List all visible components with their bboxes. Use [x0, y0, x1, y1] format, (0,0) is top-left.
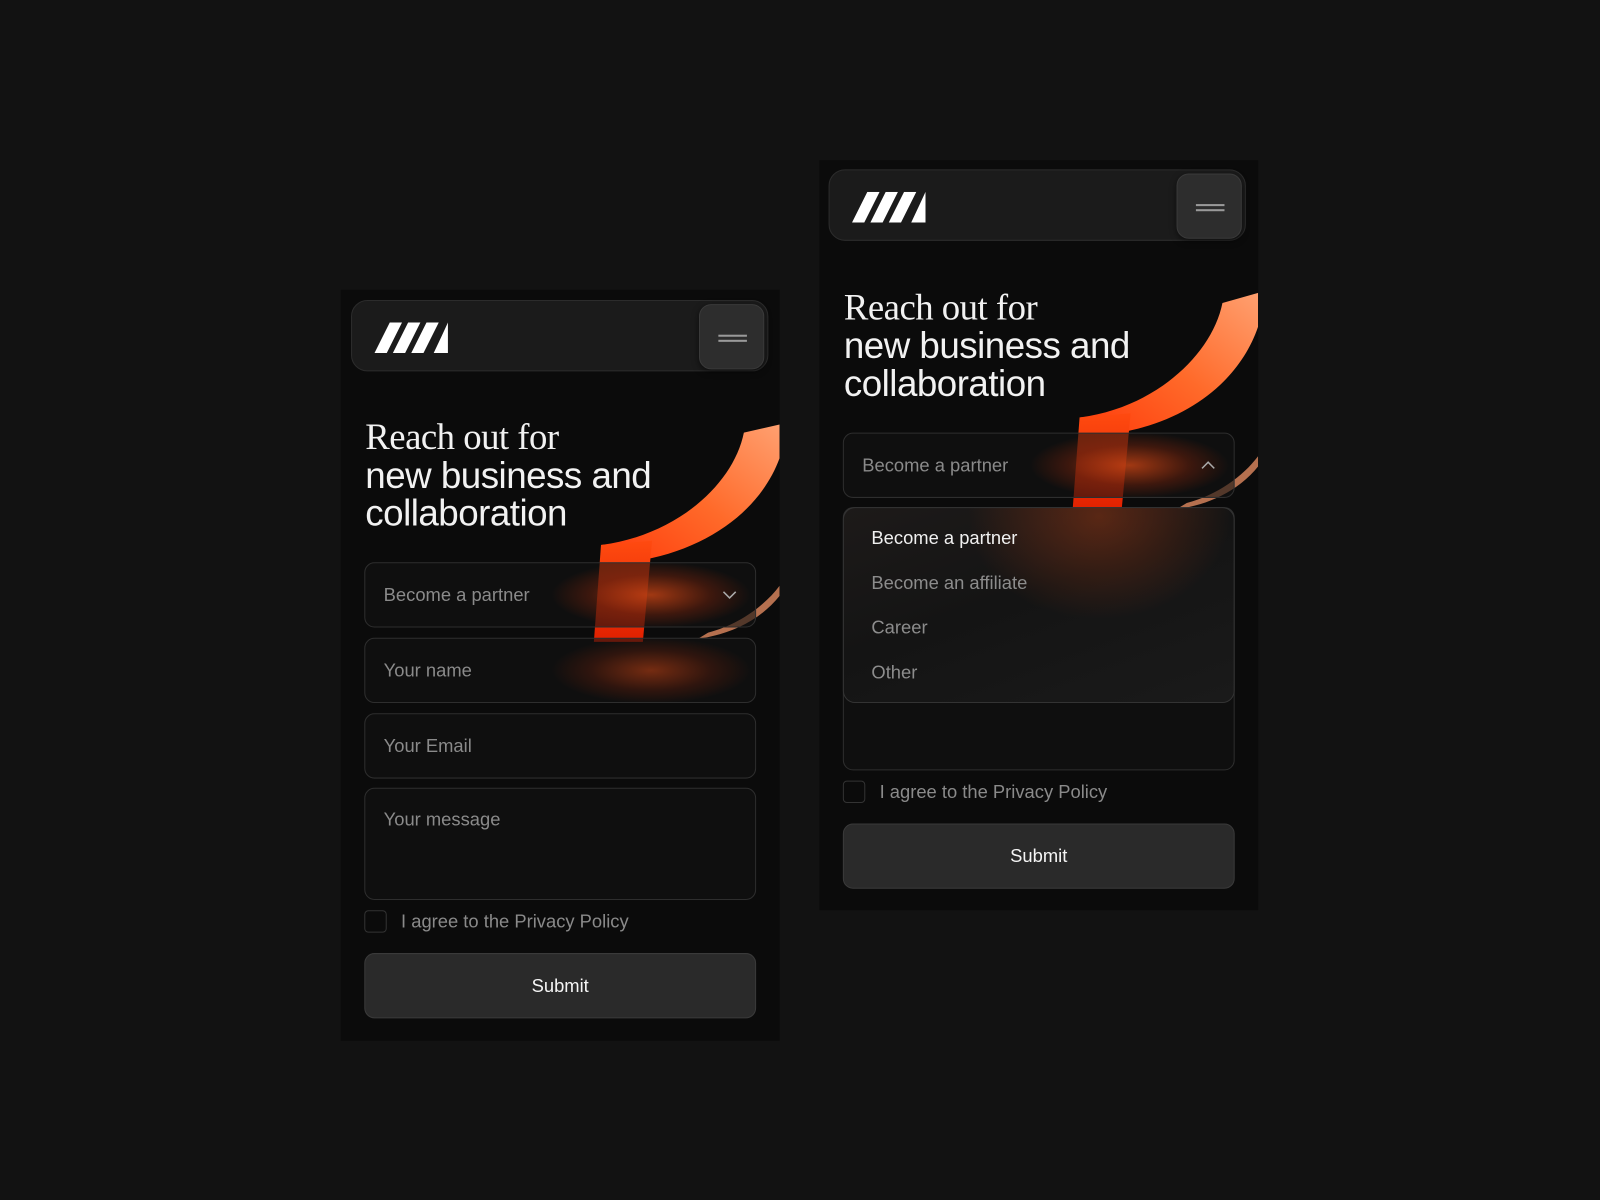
name-placeholder: Your name	[383, 659, 472, 681]
menu-line-icon	[1195, 204, 1225, 206]
email-input[interactable]: Your Email	[364, 713, 757, 779]
submit-button[interactable]: Submit	[842, 823, 1235, 889]
topic-select[interactable]: Become a partner	[842, 432, 1235, 498]
contact-screen-dropdown-open: Reach out for new business and collabora…	[819, 160, 1259, 911]
page-title: Reach out for new business and collabora…	[843, 286, 1130, 405]
privacy-label[interactable]: I agree to the Privacy Policy	[880, 781, 1108, 802]
privacy-checkbox[interactable]	[842, 780, 866, 804]
topic-select[interactable]: Become a partner	[364, 562, 757, 628]
message-textarea[interactable]: Your message	[364, 787, 757, 900]
top-nav-bar	[351, 299, 769, 372]
chevron-up-icon	[1201, 461, 1215, 469]
name-input[interactable]: Your name	[364, 637, 757, 704]
dropdown-option-affiliate[interactable]: Become an affiliate	[871, 572, 1027, 593]
top-nav-bar	[828, 169, 1246, 241]
privacy-label[interactable]: I agree to the Privacy Policy	[401, 911, 629, 932]
dropdown-option-other[interactable]: Other	[871, 662, 917, 683]
topic-select-value: Become a partner	[383, 584, 530, 605]
title-line: Reach out for	[843, 286, 1038, 328]
page-title: Reach out for new business and collabora…	[365, 416, 652, 534]
dropdown-option-partner[interactable]: Become a partner	[871, 528, 1017, 549]
dropdown-option-career[interactable]: Career	[871, 617, 927, 638]
email-placeholder: Your Email	[383, 735, 472, 756]
hamburger-menu-button[interactable]	[698, 304, 765, 370]
privacy-consent: I agree to the Privacy Policy	[842, 780, 1108, 804]
submit-button[interactable]: Submit	[364, 953, 757, 1019]
title-line: new business and	[365, 454, 652, 496]
title-line: collaboration	[843, 362, 1046, 405]
title-line: new business and	[843, 324, 1130, 367]
hamburger-menu-button[interactable]	[1176, 173, 1242, 239]
privacy-consent: I agree to the Privacy Policy	[364, 910, 629, 933]
topic-select-value: Become a partner	[862, 454, 1009, 475]
topic-dropdown-menu: Become a partner Become an affiliate Car…	[842, 507, 1235, 704]
contact-screen-closed: Reach out for new business and collabora…	[340, 289, 780, 1041]
message-placeholder: Your message	[383, 809, 501, 830]
chevron-down-icon	[722, 591, 737, 600]
menu-line-icon	[718, 334, 747, 337]
brand-logo[interactable]	[852, 192, 925, 223]
title-line: collaboration	[365, 491, 567, 534]
privacy-checkbox[interactable]	[364, 910, 387, 933]
brand-logo[interactable]	[374, 322, 447, 353]
menu-line-icon	[1195, 209, 1225, 211]
menu-line-icon	[718, 339, 747, 342]
title-line: Reach out for	[365, 416, 559, 458]
